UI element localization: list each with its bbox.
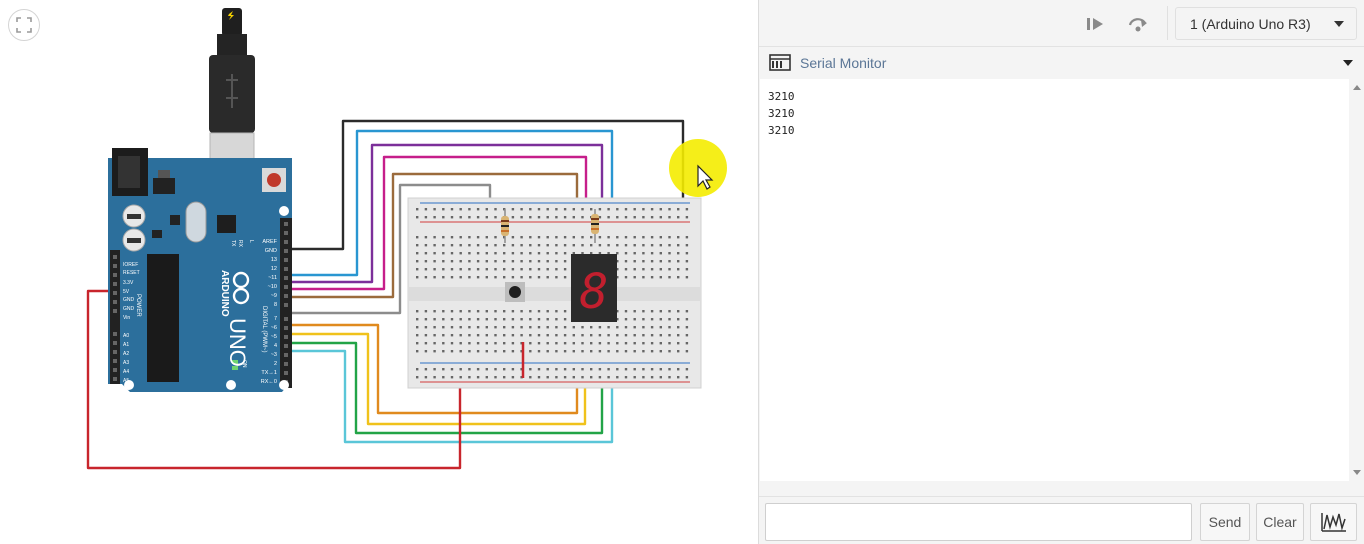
pin-label: ~11 bbox=[268, 275, 277, 281]
pin-label: ~6 bbox=[271, 325, 277, 331]
play-step-icon bbox=[1087, 18, 1103, 30]
tinkercad-simulator: ARDUINO UNO DIGITAL (PWM~) POWER AREF GN… bbox=[0, 0, 1364, 544]
pin-label: 3.3V bbox=[123, 280, 134, 286]
scroll-up-icon[interactable] bbox=[1353, 85, 1361, 90]
led-label: TX bbox=[230, 240, 236, 247]
pin-label: RESET bbox=[123, 270, 140, 276]
code-panel: 1 (Arduino Uno R3) Serial Monitor 3210 3… bbox=[758, 0, 1364, 544]
circuit-drawing: ARDUINO UNO DIGITAL (PWM~) POWER AREF GN… bbox=[86, 8, 727, 470]
pin-label: ~9 bbox=[271, 293, 277, 299]
display-digit: 8 bbox=[580, 264, 609, 320]
pin-label: 12 bbox=[271, 266, 277, 272]
clear-button-label: Clear bbox=[1263, 514, 1297, 530]
pin-label: 8 bbox=[274, 302, 277, 308]
pin-label: RX←0 bbox=[261, 379, 277, 385]
debug-toolbar: 1 (Arduino Uno R3) bbox=[759, 0, 1364, 47]
toolbar-divider bbox=[1167, 6, 1168, 40]
send-button[interactable]: Send bbox=[1200, 503, 1250, 541]
seven-segment-display: 8 bbox=[571, 254, 617, 322]
pin-label: A4 bbox=[123, 369, 129, 375]
led-label: L bbox=[248, 240, 254, 243]
board-digital-label: DIGITAL (PWM~) bbox=[261, 306, 267, 353]
pin-label: A0 bbox=[123, 333, 129, 339]
pin-label: A2 bbox=[123, 351, 129, 357]
pin-label: ~3 bbox=[271, 352, 277, 358]
serial-monitor-header[interactable]: Serial Monitor bbox=[759, 47, 1364, 79]
pin-label: A3 bbox=[123, 360, 129, 366]
pin-label: A1 bbox=[123, 342, 129, 348]
serial-monitor-icon bbox=[769, 54, 791, 71]
serial-input-bar: Send Clear bbox=[759, 496, 1364, 544]
device-select[interactable]: 1 (Arduino Uno R3) bbox=[1175, 7, 1357, 40]
step-button[interactable] bbox=[1083, 12, 1107, 36]
board-power-label: POWER bbox=[135, 294, 141, 317]
graph-button[interactable] bbox=[1310, 503, 1357, 541]
pin-label: IOREF bbox=[123, 262, 138, 268]
device-select-label: 1 (Arduino Uno R3) bbox=[1190, 15, 1311, 32]
serial-send-input[interactable] bbox=[765, 503, 1192, 541]
clear-button[interactable]: Clear bbox=[1256, 503, 1304, 541]
pin-label: GND bbox=[123, 306, 135, 312]
graph-icon bbox=[1320, 513, 1346, 532]
led-label: ON bbox=[241, 360, 247, 368]
scroll-down-icon[interactable] bbox=[1353, 470, 1361, 475]
led-label: RX bbox=[237, 240, 243, 248]
pin-label: 2 bbox=[274, 361, 277, 367]
serial-line: 3210 bbox=[768, 124, 795, 137]
serial-output: 3210 3210 3210 bbox=[760, 79, 1349, 481]
pin-label: ~5 bbox=[271, 334, 277, 340]
serial-scrollbar[interactable] bbox=[1349, 79, 1364, 481]
pin-label: ~10 bbox=[268, 284, 277, 290]
pin-label: Vin bbox=[123, 315, 130, 321]
pin-label: GND bbox=[123, 297, 135, 303]
chevron-down-icon bbox=[1334, 21, 1344, 27]
pin-label: 5V bbox=[123, 289, 130, 295]
pin-label: GND bbox=[265, 248, 277, 254]
collapse-chevron-icon[interactable] bbox=[1343, 60, 1353, 66]
send-button-label: Send bbox=[1208, 514, 1242, 530]
pin-label: TX→1 bbox=[261, 370, 277, 376]
step-over-icon bbox=[1128, 18, 1147, 32]
pin-label: 7 bbox=[274, 316, 277, 322]
board-brand: ARDUINO bbox=[219, 270, 230, 317]
arduino-uno-board: ARDUINO UNO DIGITAL (PWM~) POWER AREF GN… bbox=[108, 148, 292, 392]
serial-line: 3210 bbox=[768, 90, 795, 103]
serial-line: 3210 bbox=[768, 107, 795, 120]
serial-monitor-title: Serial Monitor bbox=[800, 55, 887, 71]
pin-label: 4 bbox=[274, 343, 277, 349]
pin-label: 13 bbox=[271, 257, 277, 263]
circuit-canvas[interactable]: ARDUINO UNO DIGITAL (PWM~) POWER AREF GN… bbox=[0, 0, 758, 544]
breadboard: 8 bbox=[407, 197, 702, 389]
pin-label: AREF bbox=[262, 239, 277, 245]
step-over-button[interactable] bbox=[1126, 12, 1150, 36]
